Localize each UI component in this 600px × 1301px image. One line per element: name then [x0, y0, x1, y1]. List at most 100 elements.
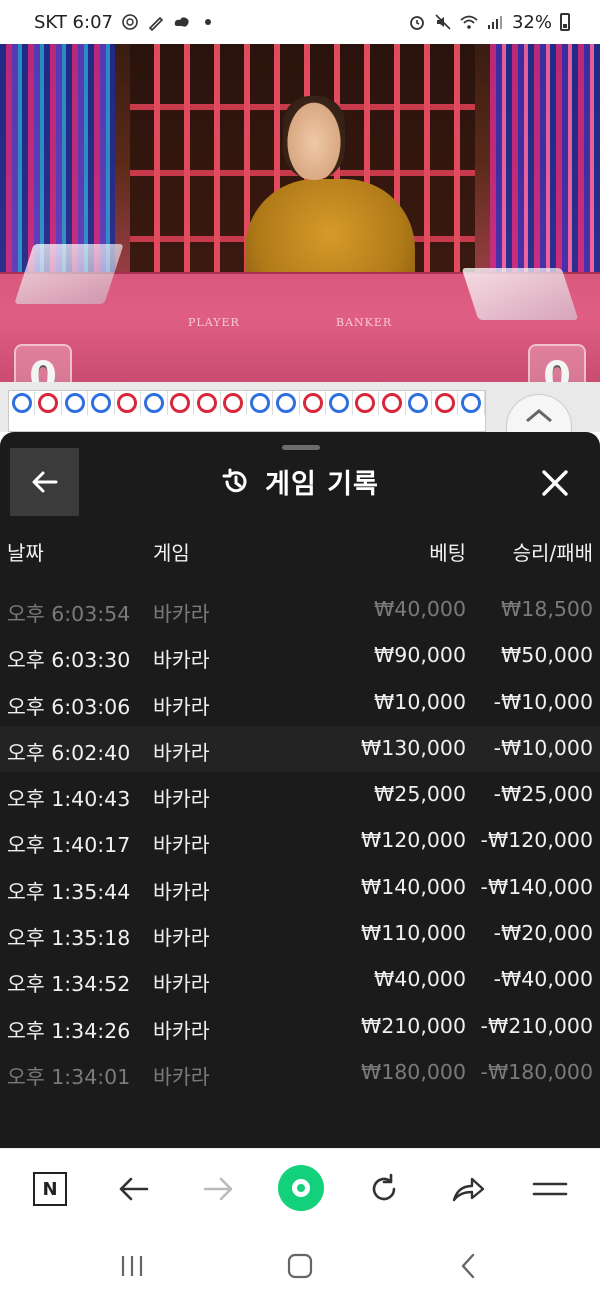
home-icon — [287, 1253, 313, 1279]
road-cell — [88, 391, 115, 415]
refresh-icon — [372, 1173, 396, 1201]
led-wall-right — [490, 44, 600, 274]
road-cell — [458, 391, 485, 415]
green-dot-button[interactable] — [278, 1165, 324, 1211]
menu-icon — [532, 1182, 568, 1196]
led-wall-left — [0, 44, 115, 274]
player-ring-icon — [328, 393, 349, 413]
player-ring-icon — [408, 393, 429, 413]
signal-icon — [487, 16, 502, 29]
banker-score: 0 — [528, 344, 586, 382]
road-cell — [432, 391, 459, 415]
banker-ring-icon — [38, 393, 59, 413]
road-cell — [194, 391, 221, 415]
menu-button[interactable] — [526, 1165, 574, 1213]
page-title: 게임 기록 — [265, 469, 379, 500]
home-button[interactable] — [280, 1246, 320, 1286]
naver-home-button[interactable]: N — [26, 1165, 74, 1213]
gem-icon — [122, 14, 138, 30]
roadmap-toggle-button[interactable] — [506, 394, 572, 432]
share-button[interactable] — [444, 1165, 492, 1213]
dot-indicator — [204, 19, 211, 25]
wifi-icon — [460, 15, 478, 29]
battery-percent: 32% — [511, 11, 552, 33]
table-row[interactable]: 오후 1:40:17 바카라 ₩120,000 -₩120,000 — [0, 818, 600, 864]
browser-back-button[interactable] — [110, 1165, 158, 1213]
dealer-head — [283, 96, 345, 180]
road-cell — [353, 391, 380, 415]
table-row[interactable]: 오후 1:34:01 바카라 ₩180,000 -₩180,000 — [0, 1050, 600, 1096]
column-result[interactable]: 승리/패배 — [513, 537, 593, 566]
player-ring-icon — [143, 393, 164, 413]
bead-road — [8, 390, 486, 432]
column-bet[interactable]: 베팅 — [429, 537, 466, 566]
pen-icon — [148, 16, 164, 31]
player-ring-icon — [64, 393, 85, 413]
share-icon — [452, 1177, 485, 1202]
player-ring-icon — [11, 393, 32, 413]
live-dealer-video[interactable]: PLAYER BANKER 0 0 — [0, 44, 600, 382]
table-row[interactable]: 오후 6:03:06 바카라 ₩10,000 -₩10,000 — [0, 680, 600, 726]
table-row[interactable]: 오후 1:35:44 바카라 ₩140,000 -₩140,000 — [0, 865, 600, 911]
history-list[interactable]: 오후 6:03:54 바카라 ₩40,000 ₩18,500 오후 6:03:3… — [0, 587, 600, 1096]
system-navigation-bar — [0, 1228, 600, 1301]
road-cell — [9, 391, 36, 415]
road-cell — [35, 391, 62, 415]
road-cell — [247, 391, 274, 415]
table-header: 날짜 게임 베팅 승리/패배 — [0, 537, 600, 573]
chevron-up-icon — [526, 409, 552, 423]
road-cell — [62, 391, 89, 415]
player-area-label: PLAYER — [188, 316, 240, 329]
player-ring-icon — [249, 393, 270, 413]
battery-icon — [560, 13, 570, 31]
road-cell — [300, 391, 327, 415]
table-row[interactable]: 오후 1:35:18 바카라 ₩110,000 -₩20,000 — [0, 911, 600, 957]
naver-icon: N — [33, 1172, 67, 1206]
naver-label: N — [42, 1178, 58, 1200]
road-cell — [379, 391, 406, 415]
banker-ring-icon — [381, 393, 402, 413]
column-game[interactable]: 게임 — [153, 537, 190, 566]
recents-icon — [121, 1256, 143, 1276]
table-row[interactable]: 오후 6:03:54 바카라 ₩40,000 ₩18,500 — [0, 587, 600, 633]
refresh-button[interactable] — [360, 1165, 408, 1213]
arrow-right-icon — [203, 1177, 233, 1201]
status-bar: SKT 6:07 32% — [0, 0, 600, 44]
road-cell — [326, 391, 353, 415]
table-row[interactable]: 오후 1:34:52 바카라 ₩40,000 -₩40,000 — [0, 957, 600, 1003]
system-back-button[interactable] — [448, 1246, 488, 1286]
banker-ring-icon — [223, 393, 244, 413]
mute-icon — [435, 14, 451, 30]
recent-apps-button[interactable] — [112, 1246, 152, 1286]
player-ring-icon — [91, 393, 112, 413]
roadmap-strip[interactable] — [0, 382, 600, 432]
browser-toolbar: N — [0, 1148, 600, 1228]
table-row[interactable]: 오후 1:34:26 바카라 ₩210,000 -₩210,000 — [0, 1004, 600, 1050]
table-row[interactable]: 오후 6:02:40 바카라 ₩130,000 -₩10,000 — [0, 725, 600, 773]
player-score: 0 — [14, 344, 72, 382]
road-cell — [273, 391, 300, 415]
history-icon — [222, 468, 247, 492]
banker-area-label: BANKER — [336, 316, 393, 329]
close-button[interactable] — [530, 458, 580, 508]
close-icon — [542, 470, 568, 496]
sheet-drag-handle[interactable] — [282, 445, 320, 450]
banker-ring-icon — [170, 393, 191, 413]
table-row[interactable]: 오후 6:03:30 바카라 ₩90,000 ₩50,000 — [0, 633, 600, 679]
banker-ring-icon — [117, 393, 138, 413]
player-ring-icon — [461, 393, 482, 413]
arrow-left-icon — [119, 1177, 149, 1201]
banker-ring-icon — [355, 393, 376, 413]
chevron-left-icon — [461, 1253, 475, 1279]
browser-forward-button[interactable] — [194, 1165, 242, 1213]
cloud-icon — [174, 17, 189, 27]
road-cell — [406, 391, 432, 415]
banker-ring-icon — [302, 393, 323, 413]
player-ring-icon — [276, 393, 297, 413]
road-cell — [141, 391, 168, 415]
column-date[interactable]: 날짜 — [7, 537, 44, 566]
banker-ring-icon — [196, 393, 217, 413]
alarm-icon — [410, 16, 424, 30]
table-row[interactable]: 오후 1:40:43 바카라 ₩25,000 -₩25,000 — [0, 772, 600, 818]
road-cell — [168, 391, 195, 415]
